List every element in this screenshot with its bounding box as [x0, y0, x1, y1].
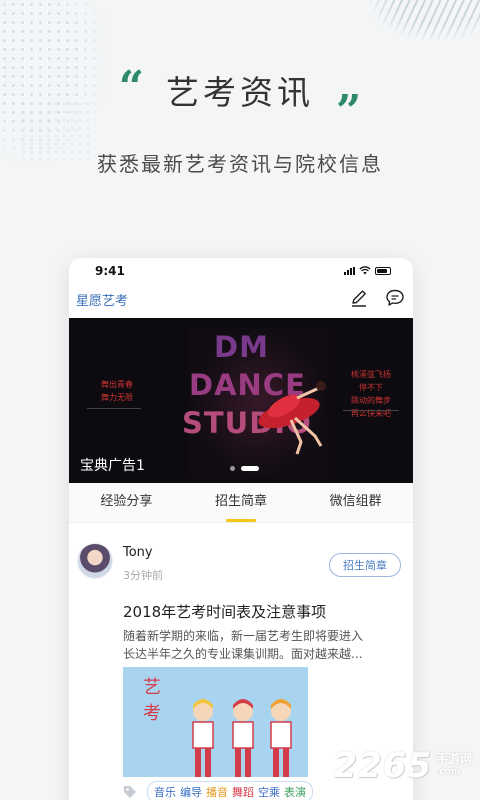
hero-subtitle: 获悉最新艺考资讯与院校信息: [97, 152, 383, 176]
post-excerpt: 随着新学期的来临，新一届艺考生即将要进入 长达半年之久的专业课集训期。面对越来越…: [123, 627, 393, 663]
watermark-suffix: .com: [435, 767, 461, 777]
banner-caption: 宝典广告1: [80, 458, 145, 474]
post-excerpt-line: 随着新学期的来临，新一届艺考生即将要进入: [123, 629, 364, 643]
app-bar: 星愿艺考: [69, 282, 413, 318]
watermark-text: 手游网: [435, 752, 472, 766]
student-illustration: [192, 699, 214, 777]
phone-mockup: 9:41 星愿艺考 DM DANCE STUDIO 舞出青春 舞力无限 桃溪弦飞…: [69, 258, 413, 800]
banner-right-line: 桃溪弦飞扬: [351, 370, 391, 379]
tag-list: 音乐 编导 播音 舞蹈 空乘 表演: [147, 781, 313, 800]
tab-experience-sharing[interactable]: 经验分享: [69, 483, 184, 522]
status-time: 9:41: [95, 264, 125, 278]
close-quote-mark: ”: [336, 86, 362, 137]
tag-acting[interactable]: 表演: [284, 784, 306, 800]
tag-music[interactable]: 音乐: [154, 784, 176, 800]
banner-left-text: 舞出青春 舞力无限: [87, 378, 141, 409]
carousel-dot[interactable]: [230, 466, 235, 471]
watermark-number: 2265: [333, 746, 432, 786]
decorative-stripe-pattern: [370, 0, 480, 40]
student-illustration: [270, 699, 292, 777]
banner-carousel[interactable]: DM DANCE STUDIO 舞出青春 舞力无限 桃溪弦飞扬 停不下 跳动的舞…: [69, 318, 413, 483]
status-icons: [344, 266, 391, 275]
post-image-text: 艺考: [143, 677, 161, 724]
chat-icon[interactable]: [385, 288, 405, 308]
tag-flight-attendant[interactable]: 空乘: [258, 784, 280, 800]
tab-bar: 经验分享 招生简章 微信组群: [69, 483, 413, 523]
dancer-illustration: [258, 381, 326, 455]
tag-directing[interactable]: 编导: [180, 784, 202, 800]
banner-right-line: 停不下: [359, 383, 383, 392]
tag-icon: [124, 786, 136, 798]
banner-right-line: 跳动的舞步: [351, 396, 391, 405]
category-badge[interactable]: 招生简章: [329, 553, 401, 577]
banner-left-line: 舞出青春: [101, 380, 133, 389]
post-card[interactable]: Tony 3分钟前 招生简章 2018年艺考时间表及注意事项 随着新学期的来临，…: [69, 523, 413, 800]
avatar[interactable]: [77, 543, 113, 579]
carousel-dot-active[interactable]: [241, 466, 259, 471]
post-timestamp: 3分钟前: [123, 569, 163, 582]
site-watermark: 2265 手游网 .com: [333, 746, 472, 786]
signal-icon: [344, 266, 355, 275]
app-name: 星愿艺考: [76, 294, 129, 309]
banner-right-text: 桃溪弦飞扬 停不下 跳动的舞步 再么快来吧: [343, 368, 399, 420]
post-username[interactable]: Tony: [123, 545, 153, 560]
post-excerpt-line: 长达半年之久的专业课集训期。面对越来越...: [123, 647, 363, 661]
open-quote-mark: “: [118, 62, 144, 113]
tab-wechat-groups[interactable]: 微信组群: [298, 483, 413, 522]
hero-title: 艺考资讯: [166, 73, 314, 112]
battery-icon: [375, 266, 391, 275]
tag-broadcasting[interactable]: 播音: [206, 784, 228, 800]
carousel-indicator: [230, 466, 259, 471]
post-image[interactable]: 艺考: [123, 667, 308, 777]
status-bar: 9:41: [69, 258, 413, 282]
post-title[interactable]: 2018年艺考时间表及注意事项: [123, 601, 326, 622]
student-illustration: [232, 699, 254, 777]
watermark-text-group: 手游网 .com: [436, 753, 472, 779]
banner-right-line: 再么快来吧: [351, 409, 391, 418]
banner-left-line: 舞力无限: [101, 393, 133, 402]
edit-icon[interactable]: [349, 288, 369, 308]
wifi-icon: [359, 266, 371, 275]
tag-dance[interactable]: 舞蹈: [232, 784, 254, 800]
tab-admissions-brochure[interactable]: 招生简章: [184, 483, 299, 522]
hero-section: “ 艺考资讯 ” 获悉最新艺考资讯与院校信息: [0, 62, 480, 177]
hero-title-row: “ 艺考资讯 ”: [0, 62, 480, 134]
